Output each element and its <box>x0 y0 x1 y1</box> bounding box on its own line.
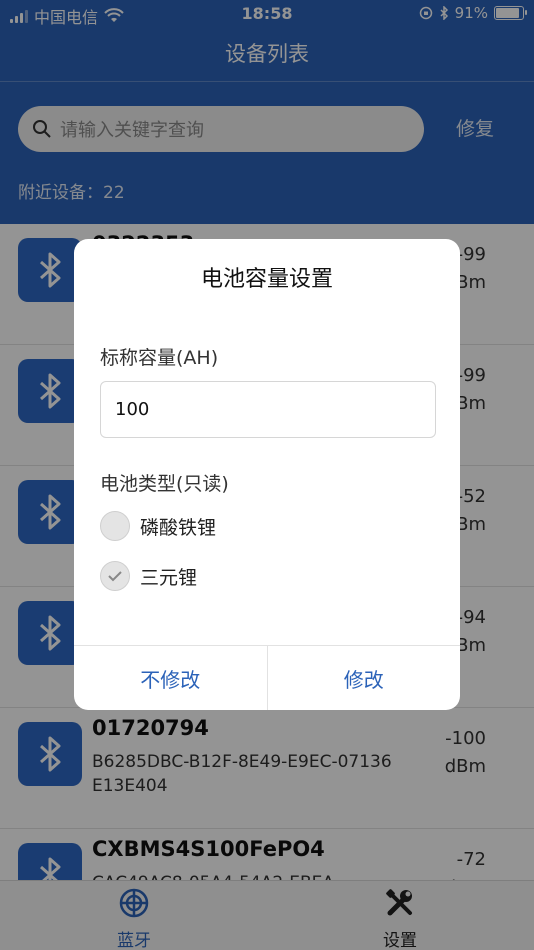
option-label: 三元锂 <box>140 566 198 589</box>
battery-type-label: 电池类型(只读) <box>100 473 229 495</box>
dialog-buttons: 不修改 修改 <box>74 645 460 710</box>
radio-unchecked-icon <box>100 511 130 541</box>
battery-capacity-dialog: 电池容量设置 标称容量(AH) 电池类型(只读) 磷酸铁锂 三元锂 不修改 修改 <box>74 239 460 710</box>
cancel-button[interactable]: 不修改 <box>74 646 268 710</box>
option-ternary-lithium[interactable]: 三元锂 <box>100 561 197 591</box>
option-label: 磷酸铁锂 <box>140 516 217 539</box>
confirm-button[interactable]: 修改 <box>268 646 461 710</box>
option-lifepo4[interactable]: 磷酸铁锂 <box>100 511 216 541</box>
capacity-label: 标称容量(AH) <box>100 347 219 369</box>
radio-checked-icon <box>100 561 130 591</box>
capacity-input[interactable] <box>100 381 436 438</box>
dialog-title: 电池容量设置 <box>200 267 333 292</box>
